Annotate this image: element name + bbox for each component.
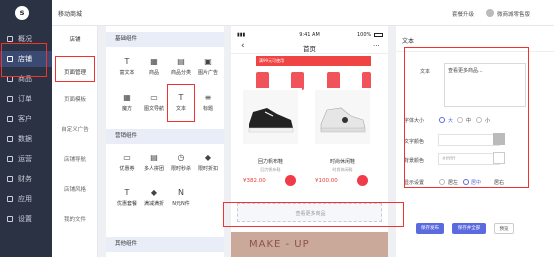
nav-label: 概况 [18,35,32,43]
product-price: ¥382.00 [243,178,266,184]
heading-icon: ≡ [204,93,212,102]
product-desc: 时尚休闲鞋 [332,167,353,172]
finance-icon [7,176,13,182]
reduction-icon: ◆ [150,188,158,197]
marketing-components-header: 营销组件 [106,129,224,144]
more-dots-icon[interactable]: ··· [373,42,380,50]
nav-item-finance[interactable]: 财务 [0,171,52,187]
user-menu[interactable]: 微商城零售版 [497,10,530,18]
highlight-page-management [55,56,95,82]
nav-label: 运营 [18,155,32,163]
component-image-ad[interactable]: ▣ 图片广告 [196,54,220,78]
image-icon: ▣ [204,57,212,66]
component-n-yuan-n-items[interactable]: N N元N件 [169,185,193,209]
dashboard-icon [7,36,13,42]
apps-icon [7,196,13,202]
submenu-store[interactable]: 店铺 [52,35,98,43]
operations-icon [7,156,13,162]
flash-sale-icon: ◷ [177,153,185,162]
user-avatar-icon [486,9,494,17]
category-icon: ▤ [177,57,185,66]
nav-item-data[interactable]: 数据 [0,131,52,147]
component-goods[interactable]: ▦ 商品 [142,54,166,78]
phone-page-title: 首页 [303,45,316,53]
nav-label: 设置 [18,215,32,223]
cube-icon: ▦ [123,93,131,102]
nav-label: 订单 [18,95,32,103]
props-title: 文本 [402,38,415,45]
customer-icon [7,116,13,122]
data-icon [7,136,13,142]
nav-label: 数据 [18,135,32,143]
component-group-buy[interactable]: ▤ 多人拼团 [142,150,166,174]
breadcrumb: 移动商城 [58,11,83,18]
logo: s [15,6,29,20]
cart-icon[interactable] [357,175,368,186]
nav-label: 客户 [18,115,32,123]
nav-item-operations[interactable]: 运营 [0,151,52,167]
nav-label: 财务 [18,175,32,183]
preview-button[interactable]: 预览 [494,223,514,234]
top-bar: 移动商城 套餐升级 微商城零售版 [52,0,554,26]
basic-components-header: 基础组件 [106,32,224,47]
component-package[interactable]: T 优惠套餐 [115,185,139,209]
product-name: 时尚休闲鞋 [329,159,355,165]
highlight-text-block [223,202,404,227]
components-panel: 基础组件 T 富文本 ▦ 商品 ▤ 商品分类 ▣ 图片广告 ▦ 魔方 ▭ 图文导航 T 文本 … [106,26,224,257]
submenu-page-template[interactable]: 页面模板 [52,95,98,103]
submenu-store-style[interactable]: 店铺风格 [52,185,98,193]
highlight-text-properties [404,47,529,188]
nav-item-settings[interactable]: 设置 [0,211,52,227]
component-cube[interactable]: ▦ 魔方 [115,90,139,114]
highlight-text-component [167,84,195,122]
rich-text-icon: T [124,57,130,66]
promo-banner: 满99元可使用 [256,56,371,66]
product-card[interactable]: 回力帆布鞋 回力帆布鞋 ¥382.00 [239,88,302,198]
model-banner-text: MAKE - UP [249,239,310,250]
image-nav-icon: ▭ [150,93,158,102]
product-card[interactable]: 时尚休闲鞋 时尚休闲鞋 ¥100.00 [311,88,374,198]
save-publish-button[interactable]: 保存发布 [416,223,444,234]
other-components-header: 其他组件 [106,237,224,252]
component-image-nav[interactable]: ▭ 图文导航 [142,90,166,114]
package-icon: T [124,188,130,197]
product-image [243,90,298,144]
status-battery: 100% [357,32,372,38]
battery-icon [374,33,383,37]
n-items-icon: N [178,188,184,197]
goods-grid-icon: ▦ [150,57,158,66]
component-goods-category[interactable]: ▤ 商品分类 [169,54,193,78]
component-coupon[interactable]: ▭ 优惠券 [115,150,139,174]
product-image [315,90,370,144]
settings-icon [7,216,13,222]
nav-item-customers[interactable]: 客户 [0,111,52,127]
component-time-discount[interactable]: ◆ 限时折扣 [196,150,220,174]
order-icon [7,96,13,102]
submenu-store-nav[interactable]: 店铺导航 [52,155,98,163]
save-all-button[interactable]: 保存并全部 [452,223,486,234]
product-desc: 回力帆布鞋 [260,167,281,172]
submenu-my-files[interactable]: 我的文件 [52,215,98,223]
phone-header: ‹ 首页 ··· [231,40,388,54]
component-full-reduction[interactable]: ◆ 满减满折 [142,185,166,209]
model-banner-image: MAKE - UP [231,232,388,257]
nav-item-apps[interactable]: 应用 [0,191,52,207]
component-rich-text[interactable]: T 富文本 [115,54,139,78]
tag-icon: ◆ [204,153,212,162]
app-window: s 概况 店铺 商品 订单 客户 数据 运营 财务 应用 设置 移动商城 套餐升… [0,0,554,257]
coupon-icon: ▭ [123,153,131,162]
group-icon: ▤ [150,153,158,162]
product-name: 回力帆布鞋 [257,159,283,165]
nav-item-orders[interactable]: 订单 [0,91,52,107]
main-sidebar: s 概况 店铺 商品 订单 客户 数据 运营 财务 应用 设置 [0,0,52,257]
component-flash-sale[interactable]: ◷ 限时秒杀 [169,150,193,174]
product-price: ¥100.00 [315,178,338,184]
nav-label: 应用 [18,195,32,203]
component-heading[interactable]: ≡ 标题 [196,90,220,114]
upgrade-link[interactable]: 套餐升级 [452,10,474,18]
cart-icon[interactable] [285,175,296,186]
highlight-store-nav [1,43,47,77]
submenu-custom-ads[interactable]: 自定义广告 [52,125,98,133]
